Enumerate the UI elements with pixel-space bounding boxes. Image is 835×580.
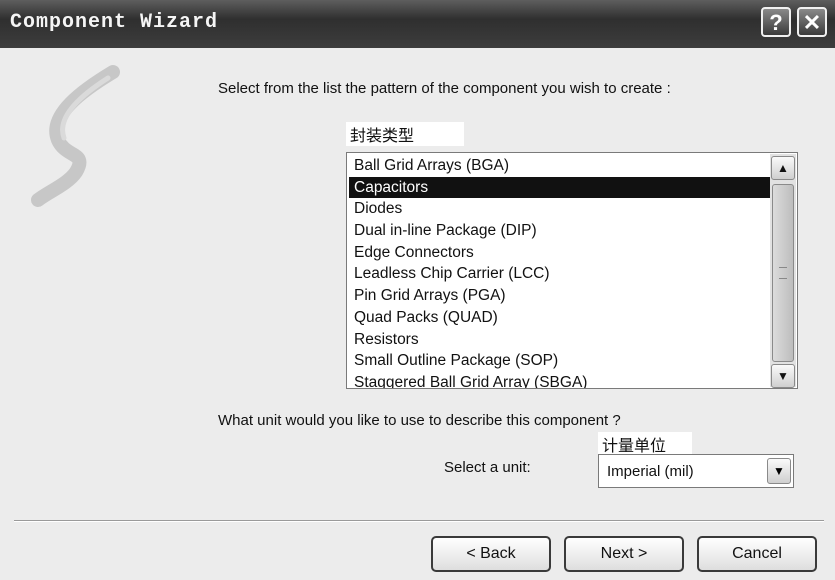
next-button[interactable]: Next > <box>564 536 684 572</box>
chevron-up-icon: ▲ <box>777 161 789 175</box>
scroll-up-button[interactable]: ▲ <box>771 156 795 180</box>
list-item[interactable]: Edge Connectors <box>349 242 770 264</box>
list-item[interactable]: Dual in-line Package (DIP) <box>349 220 770 242</box>
back-button[interactable]: < Back <box>431 536 551 572</box>
unit-select[interactable]: Imperial (mil) ▼ <box>598 454 794 488</box>
vertical-scrollbar[interactable]: ▲ ▼ <box>770 154 796 388</box>
close-button[interactable]: ✕ <box>797 7 827 37</box>
list-item[interactable]: Diodes <box>349 198 770 220</box>
button-separator <box>14 520 824 522</box>
wizard-swoosh-icon <box>31 65 120 207</box>
pattern-prompt: Select from the list the pattern of the … <box>218 80 671 97</box>
list-item[interactable]: Quad Packs (QUAD) <box>349 307 770 329</box>
chevron-down-icon: ▼ <box>773 464 785 478</box>
scroll-thumb[interactable] <box>772 184 794 362</box>
list-item[interactable]: Leadless Chip Carrier (LCC) <box>349 263 770 285</box>
chevron-down-icon: ▼ <box>777 369 789 383</box>
cancel-button[interactable]: Cancel <box>697 536 817 572</box>
title-bar: Component Wizard ? ✕ <box>0 0 835 48</box>
list-item[interactable]: Ball Grid Arrays (BGA) <box>349 155 770 177</box>
list-item[interactable]: Staggered Ball Grid Array (SBGA) <box>349 372 770 388</box>
pattern-list-items: Ball Grid Arrays (BGA) Capacitors Diodes Du… <box>349 155 770 388</box>
list-item[interactable]: Resistors <box>349 329 770 351</box>
unit-label-cn: 计量单位 <box>598 432 692 456</box>
pattern-label-cn: 封装类型 <box>346 122 464 146</box>
grip-icon <box>779 267 787 279</box>
list-item[interactable]: Small Outline Package (SOP) <box>349 350 770 372</box>
unit-dropdown-button[interactable]: ▼ <box>767 458 791 484</box>
window-title: Component Wizard <box>10 11 219 34</box>
unit-select-label: Select a unit: <box>444 459 531 476</box>
unit-question: What unit would you like to use to descr… <box>218 412 621 429</box>
list-item[interactable]: Capacitors <box>349 176 770 199</box>
help-button[interactable]: ? <box>761 7 791 37</box>
help-icon: ? <box>769 10 783 35</box>
close-icon: ✕ <box>802 10 822 35</box>
scroll-down-button[interactable]: ▼ <box>771 364 795 388</box>
list-item[interactable]: Pin Grid Arrays (PGA) <box>349 285 770 307</box>
unit-select-value: Imperial (mil) <box>607 463 694 480</box>
pattern-listbox[interactable]: Ball Grid Arrays (BGA) Capacitors Diodes Du… <box>346 152 798 389</box>
